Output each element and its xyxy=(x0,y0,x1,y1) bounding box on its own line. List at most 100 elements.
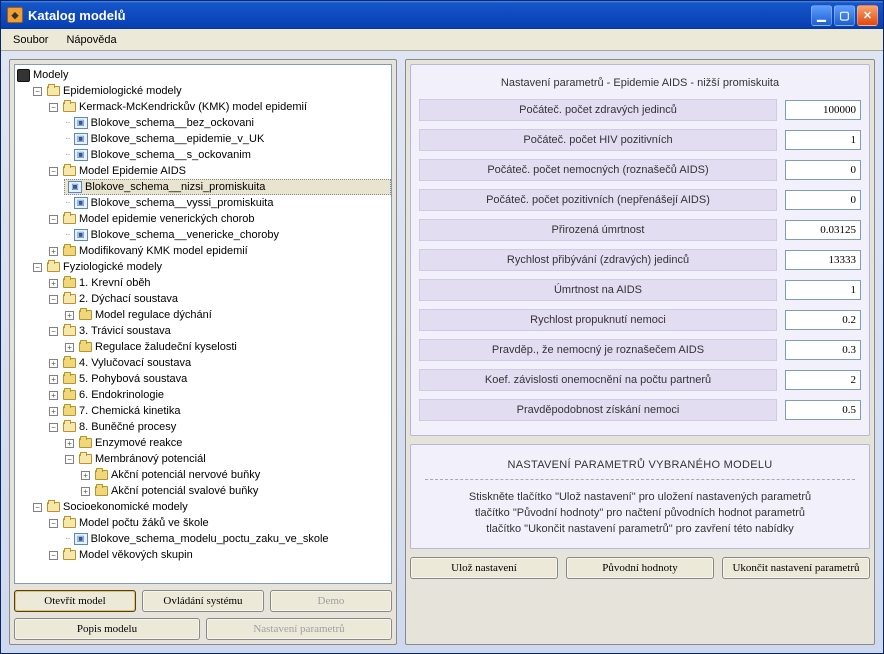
collapse-icon[interactable]: − xyxy=(33,263,42,272)
expand-icon[interactable]: + xyxy=(65,343,74,352)
parameter-input[interactable] xyxy=(785,370,861,390)
folder-closed-icon xyxy=(63,406,76,416)
collapse-icon[interactable]: − xyxy=(49,327,58,336)
expand-icon[interactable]: + xyxy=(49,375,58,384)
tree-aids[interactable]: −Model Epidemie AIDS xyxy=(49,163,391,179)
tree-item[interactable]: +Model regulace dýchání xyxy=(65,307,391,323)
folder-closed-icon xyxy=(63,390,76,400)
expand-icon[interactable]: + xyxy=(49,359,58,368)
parameter-row: Počáteč. počet HIV pozitivních xyxy=(419,129,861,151)
expand-icon[interactable]: + xyxy=(65,439,74,448)
folder-closed-icon xyxy=(63,278,76,288)
open-model-button[interactable]: Otevřít model xyxy=(14,590,136,612)
folder-closed-icon xyxy=(63,358,76,368)
parameter-row: Přirozená úmrtnost xyxy=(419,219,861,241)
content-area: Modely −Epidemiologické modely −Kermack-… xyxy=(1,51,883,653)
expand-icon[interactable]: + xyxy=(81,487,90,496)
expand-icon[interactable]: + xyxy=(49,407,58,416)
collapse-icon[interactable]: − xyxy=(49,551,58,560)
collapse-icon[interactable]: − xyxy=(49,519,58,528)
tree-item[interactable]: −2. Dýchací soustava xyxy=(49,291,391,307)
tree-root[interactable]: Modely xyxy=(17,67,391,83)
expand-icon[interactable]: + xyxy=(49,279,58,288)
tree-item[interactable]: −Model věkových skupin xyxy=(49,547,391,563)
parameter-input[interactable] xyxy=(785,160,861,180)
parameter-input[interactable] xyxy=(785,310,861,330)
parameter-input[interactable] xyxy=(785,130,861,150)
system-control-button[interactable]: Ovládání systému xyxy=(142,590,264,612)
parameter-label: Úmrtnost na AIDS xyxy=(419,279,777,301)
collapse-icon[interactable]: − xyxy=(65,455,74,464)
original-values-button[interactable]: Původní hodnoty xyxy=(566,557,714,579)
tree-item[interactable]: +Enzymové reakce xyxy=(65,435,391,451)
parameter-label: Počáteč. počet pozitivních (nepřenášejí … xyxy=(419,189,777,211)
tree-item[interactable]: −Membránový potenciál xyxy=(65,451,391,467)
collapse-icon[interactable]: − xyxy=(49,295,58,304)
model-icon: ▣ xyxy=(74,149,88,161)
folder-closed-icon xyxy=(95,486,108,496)
tree-leaf[interactable]: ··▣Blokove_schema__s_ockovanim xyxy=(65,147,391,163)
tree-leaf[interactable]: ··▣Blokove_schema__epidemie_v_UK xyxy=(65,131,391,147)
tree-item[interactable]: −3. Trávicí soustava xyxy=(49,323,391,339)
parameter-input[interactable] xyxy=(785,190,861,210)
parameter-input[interactable] xyxy=(785,400,861,420)
tree-item[interactable]: +1. Krevní oběh xyxy=(49,275,391,291)
tree-leaf[interactable]: ··▣Blokove_schema__vyssi_promiskuita xyxy=(65,195,391,211)
close-button[interactable]: ✕ xyxy=(857,5,878,26)
collapse-icon[interactable]: − xyxy=(49,103,58,112)
tree-leaf[interactable]: ··▣Blokove_schema_modelu_poctu_zaku_ve_s… xyxy=(65,531,391,547)
folder-open-icon xyxy=(47,262,60,272)
menu-help[interactable]: Nápověda xyxy=(58,31,124,49)
tree-soc[interactable]: −Socioekonomické modely xyxy=(33,499,391,515)
parameter-settings-button: Nastavení parametrů xyxy=(206,618,392,640)
parameter-label: Přirozená úmrtnost xyxy=(419,219,777,241)
parameter-row: Počáteč. počet nemocných (roznašečů AIDS… xyxy=(419,159,861,181)
save-settings-button[interactable]: Ulož nastavení xyxy=(410,557,558,579)
tree-ven[interactable]: −Model epidemie venerických chorob xyxy=(49,211,391,227)
model-tree[interactable]: Modely −Epidemiologické modely −Kermack-… xyxy=(14,64,392,584)
collapse-icon[interactable]: − xyxy=(33,503,42,512)
tree-item[interactable]: +5. Pohybová soustava xyxy=(49,371,391,387)
tree-leaf[interactable]: ··▣Blokove_schema__venericke_choroby xyxy=(65,227,391,243)
info-line: tlačítko "Původní hodnoty" pro načtení p… xyxy=(425,506,855,522)
tree-fyz[interactable]: −Fyziologické modely xyxy=(33,259,391,275)
tree-item[interactable]: +7. Chemická kinetika xyxy=(49,403,391,419)
tree-kmk[interactable]: −Kermack-McKendrickův (KMK) model epidem… xyxy=(49,99,391,115)
model-description-button[interactable]: Popis modelu xyxy=(14,618,200,640)
folder-open-icon xyxy=(63,326,76,336)
folder-open-icon xyxy=(63,214,76,224)
parameter-row: Pravděp., že nemocný je roznašečem AIDS xyxy=(419,339,861,361)
collapse-icon[interactable]: − xyxy=(33,87,42,96)
expand-icon[interactable]: + xyxy=(65,311,74,320)
tree-modkmk[interactable]: +Modifikovaný KMK model epidemií xyxy=(49,243,391,259)
tree-item[interactable]: +Akční potenciál svalové buňky xyxy=(81,483,391,499)
collapse-icon[interactable]: − xyxy=(49,167,58,176)
tree-item[interactable]: +Akční potenciál nervové buňky xyxy=(81,467,391,483)
parameter-title: Nastavení parametrů - Epidemie AIDS - ni… xyxy=(419,71,861,99)
tree-epi[interactable]: −Epidemiologické modely xyxy=(33,83,391,99)
tree-item[interactable]: +6. Endokrinologie xyxy=(49,387,391,403)
expand-icon[interactable]: + xyxy=(49,391,58,400)
expand-icon[interactable]: + xyxy=(49,247,58,256)
maximize-button[interactable]: ▢ xyxy=(834,5,855,26)
parameter-input[interactable] xyxy=(785,340,861,360)
collapse-icon[interactable]: − xyxy=(49,215,58,224)
parameter-input[interactable] xyxy=(785,280,861,300)
folder-open-icon xyxy=(47,502,60,512)
tree-item[interactable]: +Regulace žaludeční kyselosti xyxy=(65,339,391,355)
tree-item[interactable]: +4. Vylučovací soustava xyxy=(49,355,391,371)
collapse-icon[interactable]: − xyxy=(49,423,58,432)
expand-icon[interactable]: + xyxy=(81,471,90,480)
close-settings-button[interactable]: Ukončit nastavení parametrů xyxy=(722,557,870,579)
parameter-input[interactable] xyxy=(785,100,861,120)
folder-open-icon xyxy=(63,518,76,528)
tree-item[interactable]: −8. Buněčné procesy xyxy=(49,419,391,435)
tree-item[interactable]: −Model počtu žáků ve škole xyxy=(49,515,391,531)
parameter-input[interactable] xyxy=(785,250,861,270)
menu-file[interactable]: Soubor xyxy=(5,31,56,49)
tree-leaf[interactable]: ··▣Blokove_schema__bez_ockovani xyxy=(65,115,391,131)
parameter-input[interactable] xyxy=(785,220,861,240)
folder-open-icon xyxy=(79,454,92,464)
tree-leaf-selected[interactable]: ▣Blokove_schema__nizsi_promiskuita xyxy=(64,179,391,195)
minimize-button[interactable]: ▁ xyxy=(811,5,832,26)
